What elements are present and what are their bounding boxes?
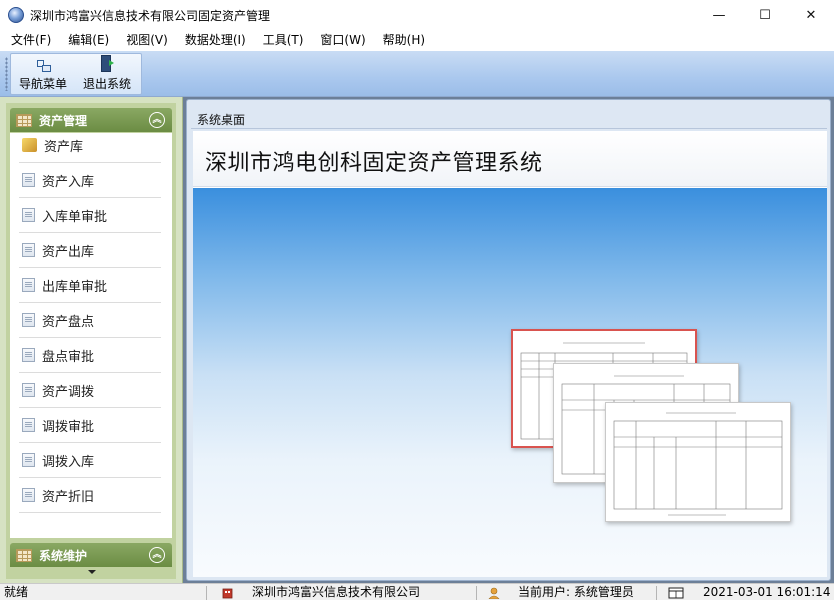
exit-system-button[interactable]: 退出系统	[75, 54, 139, 94]
calendar-icon	[668, 587, 684, 599]
nav-item-label: 资产调拨	[42, 384, 95, 400]
system-title: 深圳市鸿电创科固定资产管理系统	[205, 151, 543, 176]
nav-item-label: 资产库	[44, 139, 84, 155]
document-icon	[22, 278, 35, 292]
content-header: 深圳市鸿电创科固定资产管理系统	[193, 131, 827, 187]
nav-item-label: 调拨入库	[42, 454, 95, 470]
user-icon	[488, 587, 500, 599]
status-separator	[476, 586, 477, 600]
menu-edit[interactable]: 编辑(E)	[62, 30, 115, 51]
nav-item-transfer-in[interactable]: 调拨入库	[19, 443, 161, 478]
nav-item-label: 出库单审批	[42, 279, 108, 295]
date-time: 2021-03-01 16:01:14	[703, 585, 831, 599]
exit-system-label: 退出系统	[82, 77, 131, 91]
nav-item-label: 资产盘点	[42, 314, 95, 330]
document-icon	[22, 453, 35, 467]
menu-file[interactable]: 文件(F)	[5, 30, 57, 51]
nav-item-label: 资产折旧	[42, 489, 95, 505]
nav-item-label: 盘点审批	[42, 349, 95, 365]
asset-management-list: 资产库 资产入库 入库单审批 资产出库 出库单审批 资产盘点 盘点审批 资产调拨…	[10, 133, 172, 538]
minimize-button[interactable]: —	[696, 0, 742, 30]
document-illustration	[605, 402, 791, 522]
group-title-system-maintenance: 系统维护	[39, 548, 88, 563]
menu-bar: 文件(F) 编辑(E) 视图(V) 数据处理(I) 工具(T) 窗口(W) 帮助…	[0, 30, 834, 51]
document-icon	[22, 418, 35, 432]
document-icon	[22, 383, 35, 397]
nav-item-asset-library[interactable]: 资产库	[19, 128, 161, 163]
nav-item-transfer-approval[interactable]: 调拨审批	[19, 408, 161, 443]
document-icon	[22, 348, 35, 362]
window-controls: — ☐ ✕	[696, 0, 834, 30]
toolbar: 导航菜单 退出系统	[0, 51, 834, 97]
nav-item-asset-in[interactable]: 资产入库	[19, 163, 161, 198]
status-separator	[656, 586, 657, 600]
document-icon	[22, 488, 35, 502]
nav-item-asset-out[interactable]: 资产出库	[19, 233, 161, 268]
nav-item-out-approval[interactable]: 出库单审批	[19, 268, 161, 303]
status-separator	[206, 586, 207, 600]
app-icon	[8, 7, 24, 23]
nav-menu-icon	[36, 59, 51, 72]
toolbar-grip[interactable]	[5, 57, 8, 91]
exit-door-icon	[100, 55, 114, 72]
nav-item-label: 资产入库	[42, 174, 95, 190]
menu-tools[interactable]: 工具(T)	[257, 30, 310, 51]
menu-view[interactable]: 视图(V)	[120, 30, 174, 51]
menu-help[interactable]: 帮助(H)	[377, 30, 431, 51]
close-button[interactable]: ✕	[788, 0, 834, 30]
company-name: 深圳市鸿富兴信息技术有限公司	[252, 585, 421, 599]
document-icon	[22, 173, 35, 187]
group-title-asset-management: 资产管理	[39, 113, 88, 128]
nav-item-label: 入库单审批	[42, 209, 108, 225]
desktop-window: 系统桌面 深圳市鸿电创科固定资产管理系统	[186, 99, 831, 581]
navigation-panel-inner: 资产管理 ︽ 资产库 资产入库 入库单审批 资产出库 出库单审批 资产盘点 盘点…	[6, 103, 176, 579]
collapse-up-icon[interactable]: ︽	[149, 547, 165, 563]
building-icon	[222, 588, 233, 599]
status-text: 就绪	[4, 585, 29, 599]
grid-icon	[16, 113, 32, 127]
maximize-button[interactable]: ☐	[742, 0, 788, 30]
nav-item-asset-depreciation[interactable]: 资产折旧	[19, 478, 161, 513]
tab-divider	[191, 128, 827, 129]
nav-item-asset-inventory[interactable]: 资产盘点	[19, 303, 161, 338]
box-icon	[22, 138, 37, 152]
toolbar-group: 导航菜单 退出系统	[10, 53, 142, 95]
menu-data[interactable]: 数据处理(I)	[179, 30, 252, 51]
current-user: 当前用户: 系统管理员	[518, 585, 634, 599]
group-header-system-maintenance[interactable]: 系统维护 ︽	[10, 543, 172, 567]
document-icon	[22, 313, 35, 327]
nav-item-in-approval[interactable]: 入库单审批	[19, 198, 161, 233]
collapse-up-icon[interactable]: ︽	[149, 112, 165, 128]
nav-item-asset-transfer[interactable]: 资产调拨	[19, 373, 161, 408]
nav-item-inventory-approval[interactable]: 盘点审批	[19, 338, 161, 373]
window-title: 深圳市鸿富兴信息技术有限公司固定资产管理	[30, 8, 271, 23]
tab-system-desktop[interactable]: 系统桌面	[197, 111, 245, 128]
navigation-panel: 资产管理 ︽ 资产库 资产入库 入库单审批 资产出库 出库单审批 资产盘点 盘点…	[0, 97, 183, 583]
nav-menu-label: 导航菜单	[18, 77, 67, 91]
grid-icon	[16, 548, 32, 562]
banner-background	[193, 188, 827, 577]
nav-item-label: 调拨审批	[42, 419, 95, 435]
title-bar: 深圳市鸿富兴信息技术有限公司固定资产管理 — ☐ ✕	[0, 0, 834, 30]
document-icon	[22, 243, 35, 257]
scroll-down-icon[interactable]	[88, 570, 96, 574]
workspace: 系统桌面 深圳市鸿电创科固定资产管理系统	[183, 97, 834, 583]
nav-menu-button[interactable]: 导航菜单	[11, 54, 75, 94]
menu-window[interactable]: 窗口(W)	[314, 30, 371, 51]
nav-item-label: 资产出库	[42, 244, 95, 260]
document-icon	[22, 208, 35, 222]
desktop-content: 深圳市鸿电创科固定资产管理系统	[193, 131, 827, 577]
status-bar: 就绪 深圳市鸿富兴信息技术有限公司 当前用户: 系统管理员 2021-03-01…	[0, 583, 834, 600]
